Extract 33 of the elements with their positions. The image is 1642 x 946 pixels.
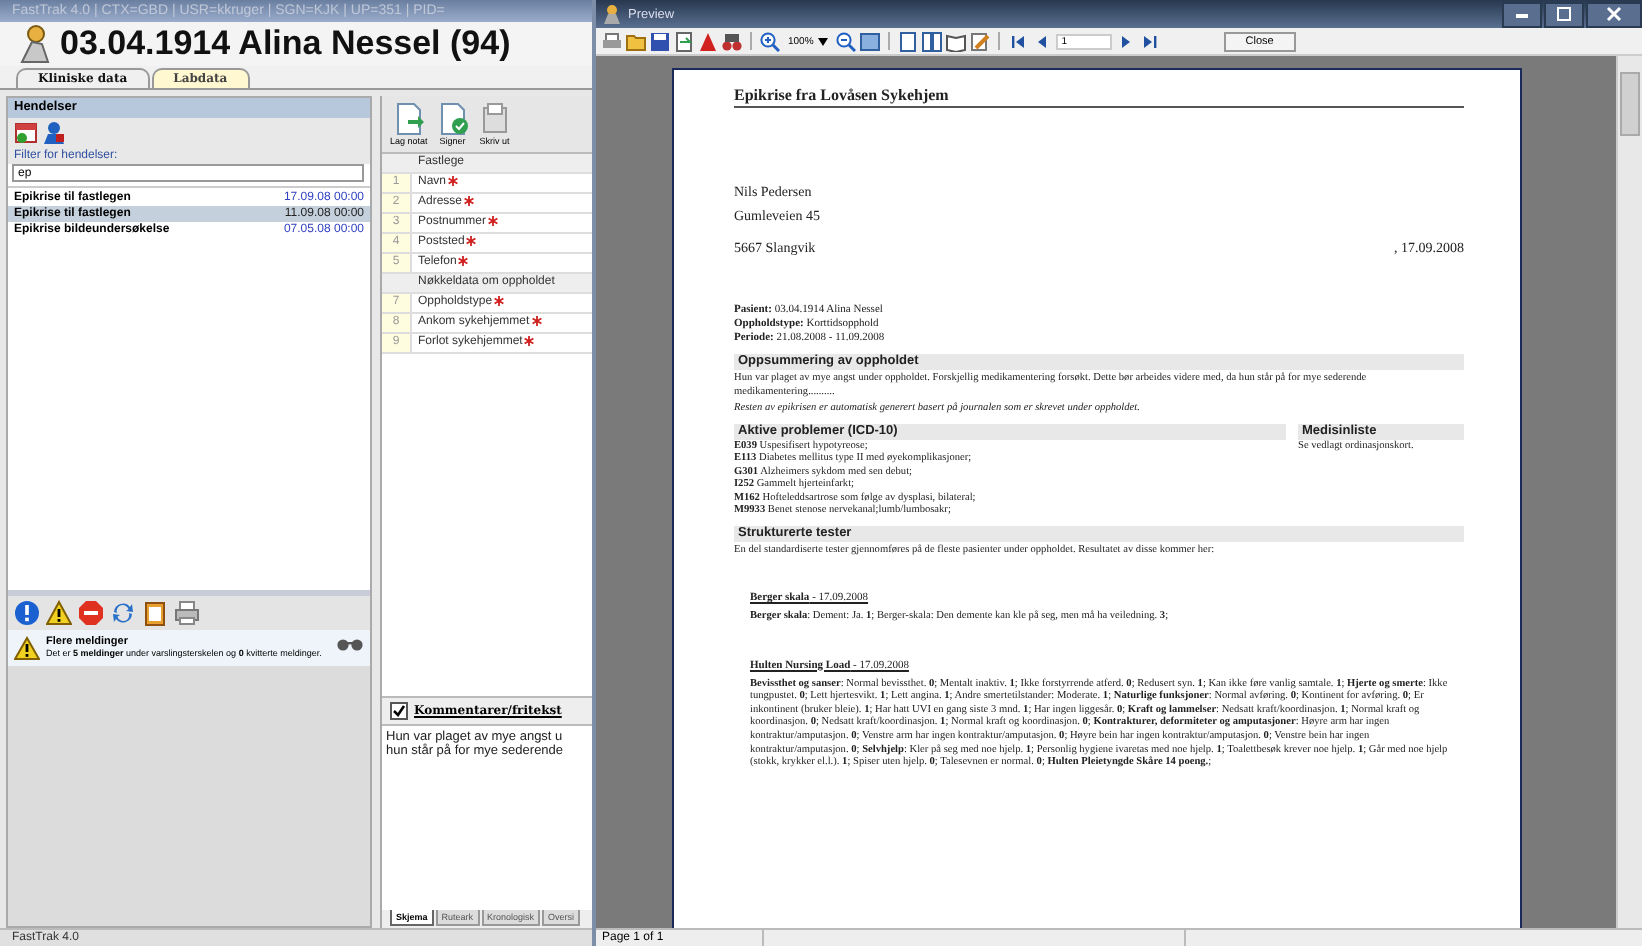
patient-name: 03.04.1914 Alina Nessel (94)	[60, 24, 511, 64]
first-page-icon[interactable]	[1007, 31, 1028, 51]
stop-sign-icon[interactable]	[78, 600, 104, 626]
document-title: Epikrise fra Lovåsen Sykehjem	[734, 86, 1464, 108]
maximize-icon[interactable]	[1554, 4, 1574, 24]
zoom-in-icon[interactable]	[760, 31, 780, 51]
document-arrow-icon	[391, 102, 426, 136]
person-icon	[602, 4, 622, 24]
refresh-icon[interactable]	[110, 600, 136, 626]
two-pages-icon[interactable]	[921, 31, 942, 51]
person-icon[interactable]	[42, 120, 66, 144]
clipboard-icon[interactable]	[142, 600, 168, 626]
document-check-icon	[435, 102, 470, 136]
binoculars-icon[interactable]	[722, 31, 742, 51]
scrollbar[interactable]	[1616, 56, 1642, 928]
pencil-icon[interactable]	[969, 31, 990, 51]
printer-icon[interactable]	[602, 31, 622, 51]
caret-icon	[817, 37, 828, 45]
document-icon[interactable]	[674, 31, 694, 51]
person-icon	[16, 24, 52, 64]
zoom-out-icon[interactable]	[835, 31, 856, 51]
copier-icon	[477, 102, 512, 136]
close-icon[interactable]	[1604, 4, 1624, 24]
warning-icon[interactable]	[46, 600, 72, 626]
printer-icon[interactable]	[174, 600, 200, 626]
warning-icon	[14, 636, 40, 660]
calendar-icon[interactable]	[14, 120, 38, 144]
checkbox[interactable]	[390, 702, 408, 720]
single-page-icon[interactable]	[897, 31, 918, 51]
page-view-icon[interactable]	[859, 31, 880, 51]
last-page-icon[interactable]	[1139, 31, 1160, 51]
info-icon[interactable]	[14, 600, 40, 626]
glasses-icon[interactable]	[336, 636, 364, 652]
